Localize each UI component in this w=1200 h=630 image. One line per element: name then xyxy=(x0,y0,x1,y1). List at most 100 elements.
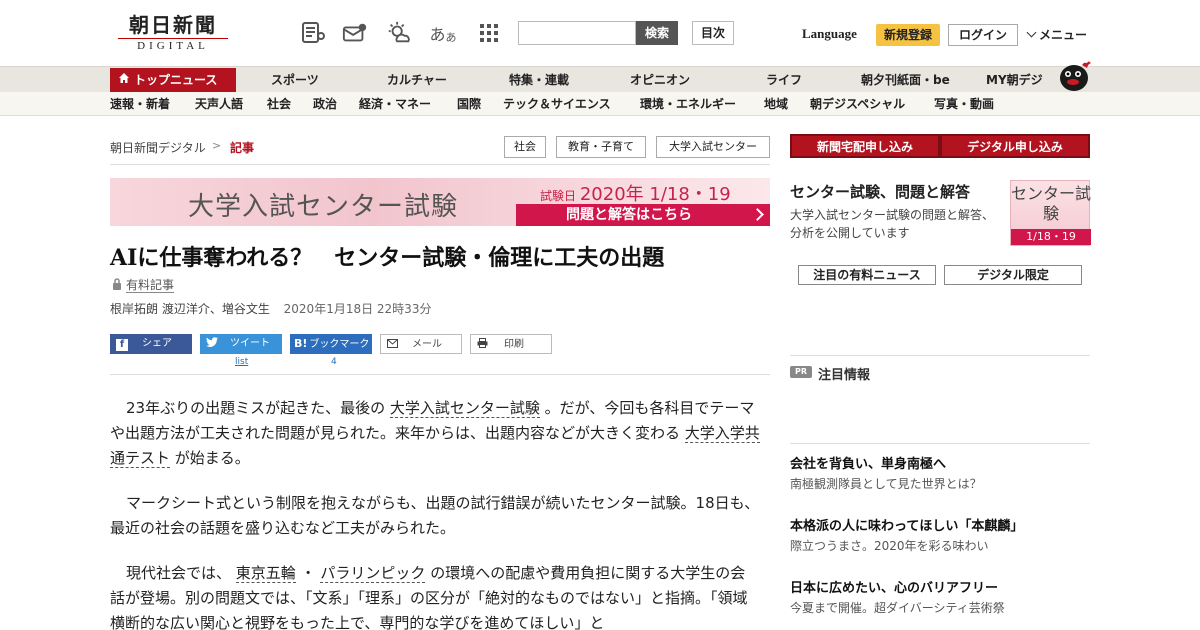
hatena-bookmark-count: 4 xyxy=(331,357,337,367)
banner-date-value: 2020年 1/18・19 xyxy=(579,184,731,205)
keyword-link-tokyo-olympics[interactable]: 東京五輪 xyxy=(235,564,296,583)
exam-banner[interactable]: 大学入試センター試験 試験日 2020年 1/18・19 問題と解答はこちら xyxy=(110,178,770,226)
nav-item-life[interactable]: ライフ xyxy=(766,67,802,93)
mascot-icon[interactable] xyxy=(1056,56,1092,92)
divider xyxy=(110,374,770,375)
nav-item-my-asahi[interactable]: MY朝デジ xyxy=(986,67,1043,93)
toc-button[interactable]: 目次 xyxy=(692,21,734,45)
promo-thumbnail[interactable]: センター試験 1/18・19 xyxy=(1010,180,1092,246)
publish-timestamp: 2020年1月18日 22時33分 xyxy=(283,302,432,316)
nav-item-features[interactable]: 特集・連載 xyxy=(509,67,569,93)
nav2-item-environment[interactable]: 環境・エネルギー xyxy=(640,92,736,116)
paragraph-text: ・ xyxy=(300,564,316,582)
hatena-bookmark-label: ブックマーク xyxy=(309,339,370,350)
facebook-share-button[interactable]: f シェア xyxy=(110,334,192,354)
nav-item-culture[interactable]: カルチャー xyxy=(387,67,447,93)
twitter-share-label: ツイート xyxy=(230,338,270,349)
digital-subscribe-button[interactable]: デジタル申し込み xyxy=(940,134,1090,158)
promo-title[interactable]: センター試験、問題と解答 xyxy=(790,181,970,202)
nav2-item-international[interactable]: 国際 xyxy=(457,92,481,116)
tag-society[interactable]: 社会 xyxy=(504,136,546,158)
promo-thumb-text: センター試験 xyxy=(1011,184,1092,223)
twitter-list-link[interactable]: list xyxy=(235,357,248,367)
print-button[interactable]: 印刷 xyxy=(470,334,552,354)
byline: 根岸拓朗 渡辺洋介、増谷文生 2020年1月18日 22時33分 xyxy=(110,300,431,317)
pr-item-subtext: 際立つうまさ。2020年を彩る味わい xyxy=(790,539,989,553)
article-headline: AIに仕事奪われる？ センター試験・倫理に工夫の出題 xyxy=(110,245,665,271)
chevron-right-icon xyxy=(751,208,764,221)
nav2-item-region[interactable]: 地域 xyxy=(764,92,788,116)
facebook-share-label: シェア xyxy=(142,338,172,349)
home-icon xyxy=(118,68,130,93)
language-link[interactable]: Language xyxy=(802,26,857,42)
promo-description: 大学入試センター試験の問題と解答、分析を公開しています xyxy=(790,208,995,240)
paid-article-badge: 有料記事 xyxy=(112,276,175,293)
pr-item-headline[interactable]: 会社を背負い、単身南極へ xyxy=(790,453,946,472)
article-paragraph-2: マークシート式という制限を抱えながらも、出題の試行錯誤が続いたセンター試験。18… xyxy=(110,494,760,537)
facebook-icon: f xyxy=(116,339,128,351)
banner-link-label: 問題と解答はこちら xyxy=(566,207,692,223)
digital-only-button[interactable]: デジタル限定 xyxy=(944,265,1082,285)
secondary-nav: 速報・新着 天声人語 社会 政治 経済・マネー 国際 テック＆サイエンス 環境・… xyxy=(0,92,1200,116)
nav2-item-politics[interactable]: 政治 xyxy=(313,92,337,116)
nav2-item-tech[interactable]: テック＆サイエンス xyxy=(503,92,611,116)
banner-link[interactable]: 問題と解答はこちら xyxy=(516,204,770,226)
mail-share-label: メール xyxy=(412,339,442,350)
paragraph-text: が始まる。 xyxy=(174,449,250,467)
nav2-item-society[interactable]: 社会 xyxy=(267,92,291,116)
mail-icon[interactable] xyxy=(342,20,368,46)
paid-label: 有料記事 xyxy=(126,278,175,293)
breadcrumb-home[interactable]: 朝日新聞デジタル xyxy=(110,139,206,156)
twitter-share-button[interactable]: ツイート xyxy=(200,334,282,354)
newspaper-delivery-button[interactable]: 新聞宅配申し込み xyxy=(790,134,940,158)
weather-icon[interactable] xyxy=(386,20,412,46)
chevron-down-icon xyxy=(1026,27,1037,38)
divider xyxy=(790,355,1090,356)
login-button[interactable]: ログイン xyxy=(948,24,1018,46)
envelope-icon xyxy=(387,336,398,356)
article-paragraph-1: 23年ぶりの出題ミスが起きた、最後の 大学入試センター試験 。だが、今回も各科目… xyxy=(110,396,760,471)
divider xyxy=(790,443,1090,444)
tag-entrance-exam[interactable]: 大学入試センター xyxy=(656,136,770,158)
asahi-logo[interactable]: 朝日新聞 DIGITAL xyxy=(118,14,228,54)
author-names: 根岸拓朗 渡辺洋介、増谷文生 xyxy=(110,302,270,316)
nav2-item-tensei[interactable]: 天声人語 xyxy=(195,92,243,116)
paid-news-button[interactable]: 注目の有料ニュース xyxy=(798,265,936,285)
pr-section-title: 注目情報 xyxy=(818,368,871,383)
nav-item-top-news[interactable]: トップニュース xyxy=(110,68,236,93)
banner-title: 大学入試センター試験 xyxy=(188,192,459,222)
breadcrumb-current: 記事 xyxy=(230,141,255,155)
pr-item-headline[interactable]: 日本に広めたい、心のバリアフリー xyxy=(790,577,998,596)
pr-item-subtext: 今夏まで開催。超ダイバーシティ芸術祭 xyxy=(790,601,1005,615)
paragraph-text: 現代社会では、 xyxy=(126,564,232,582)
mail-share-button[interactable]: メール xyxy=(380,334,462,354)
search-button[interactable]: 検索 xyxy=(636,21,678,45)
keyword-link-paralympics[interactable]: パラリンピック xyxy=(320,564,426,583)
tag-education[interactable]: 教育・子育て xyxy=(556,136,646,158)
nav-item-paper[interactable]: 朝夕刊紙面・be xyxy=(861,67,950,93)
keyword-link-center-exam[interactable]: 大学入試センター試験 xyxy=(389,399,540,418)
nav-item-sports[interactable]: スポーツ xyxy=(271,67,319,93)
twitter-icon xyxy=(206,336,218,356)
nav-item-opinion[interactable]: オピニオン xyxy=(630,67,690,93)
logo-text-jp: 朝日新聞 xyxy=(129,13,217,37)
lock-icon xyxy=(112,278,122,293)
nav2-item-special[interactable]: 朝デジスペシャル xyxy=(810,92,905,116)
article-paragraph-3: 現代社会では、 東京五輪 ・ パラリンピック の環境への配慮や費用負担に関する大… xyxy=(110,561,760,630)
menu-button[interactable]: メニュー xyxy=(1026,26,1087,43)
font-size-icon[interactable]: ああ xyxy=(430,20,457,46)
search-input[interactable] xyxy=(518,21,636,45)
banner-date-label: 試験日 xyxy=(540,189,577,203)
hatena-bookmark-button[interactable]: B! ブックマーク xyxy=(290,334,372,354)
nav2-item-breaking[interactable]: 速報・新着 xyxy=(110,92,170,116)
logo-text-en: DIGITAL xyxy=(118,38,228,52)
nav2-item-economy[interactable]: 経済・マネー xyxy=(359,92,431,116)
nav-item-label: トップニュース xyxy=(134,73,218,87)
pr-item-headline[interactable]: 本格派の人に味わってほしい「本麒麟」 xyxy=(790,515,1023,534)
grid-icon[interactable] xyxy=(476,20,502,46)
register-button[interactable]: 新規登録 xyxy=(876,24,940,46)
nav2-item-photo-video[interactable]: 写真・動画 xyxy=(934,92,994,116)
banner-date: 試験日 2020年 1/18・19 xyxy=(540,180,731,206)
pr-badge: PR xyxy=(790,366,812,378)
newspaper-icon[interactable] xyxy=(300,20,326,46)
